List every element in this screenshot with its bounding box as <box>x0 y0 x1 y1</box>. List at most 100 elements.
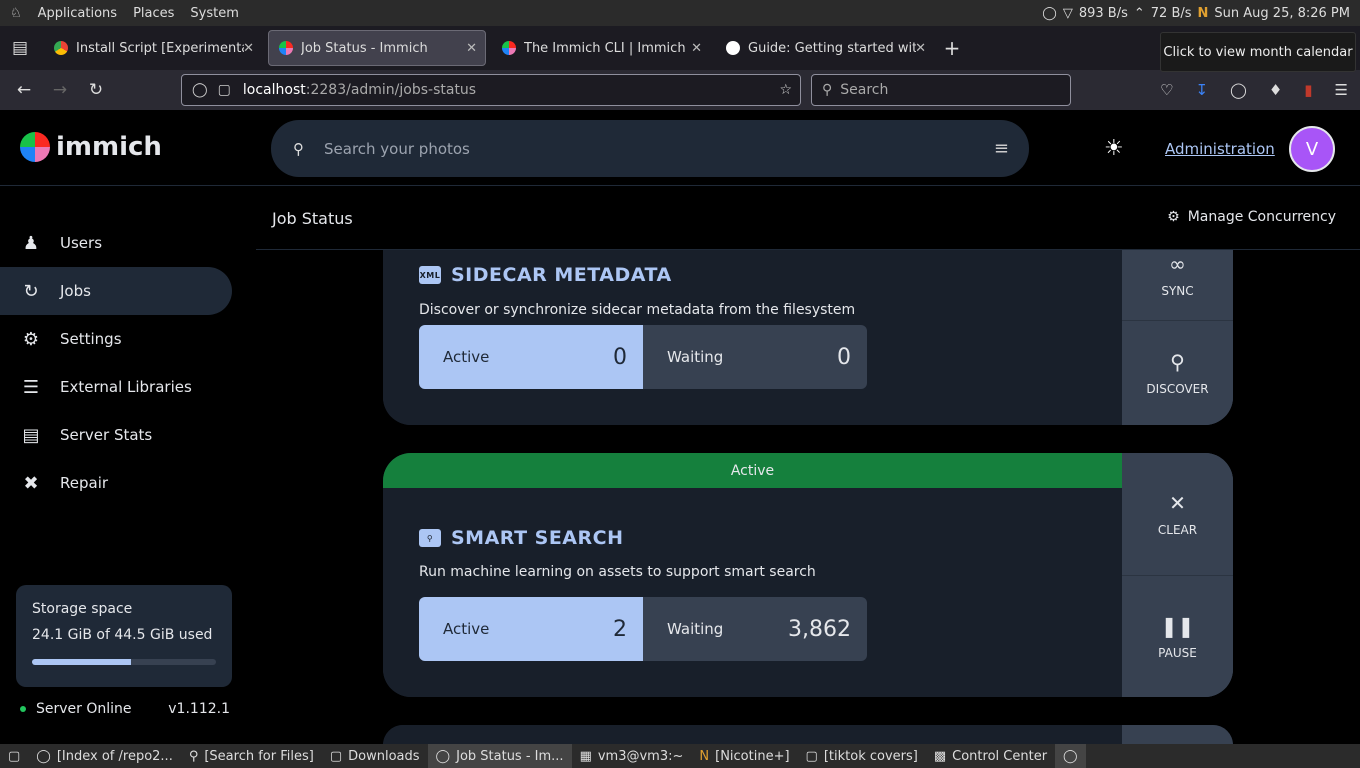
storage-space-panel: Storage space 24.1 GiB of 44.5 GiB used <box>16 585 232 687</box>
bookmark-star-icon[interactable]: ☆ <box>779 82 792 98</box>
job-status-bar: Active <box>383 453 1122 488</box>
reload-icon[interactable]: ↻ <box>78 80 114 100</box>
system-top-bar: ♘ Applications Places System ◯ ▽ 893 B/s… <box>0 0 1360 26</box>
search-icon: ⚲ <box>822 82 833 98</box>
search-icon: ⚲ <box>188 748 199 764</box>
user-avatar[interactable]: V <box>1289 126 1335 172</box>
taskbar-item-index-repo[interactable]: ◯ [Index of /repo2... <box>28 744 181 768</box>
sync-icon: ↻ <box>23 280 39 302</box>
taskbar-item-downloads[interactable]: ▢ Downloads <box>322 744 428 768</box>
pocket-icon[interactable]: ♡ <box>1160 81 1173 99</box>
tab-job-status[interactable]: Job Status - Immich ✕ <box>268 30 486 66</box>
taskbar-item-nicotine[interactable]: N [Nicotine+] <box>691 744 797 768</box>
page-info-icon[interactable]: ▢ <box>218 82 231 98</box>
page-header: Job Status ⚙ Manage Concurrency <box>256 187 1360 250</box>
browser-icon: ◯ <box>36 748 51 764</box>
menu-hamburger-icon[interactable]: ☰ <box>1335 81 1348 99</box>
account-icon[interactable]: ◯ <box>1230 81 1247 99</box>
tab-github-guide[interactable]: Guide: Getting started with ✕ <box>716 30 934 66</box>
job-counts: Active 0 Waiting 0 <box>419 325 867 389</box>
forward-icon[interactable]: → <box>42 80 78 100</box>
tab-overview-icon[interactable]: ▤ <box>2 38 38 58</box>
immich-logo[interactable]: immich <box>20 132 162 162</box>
close-tab-icon[interactable]: ✕ <box>691 41 702 56</box>
show-desktop-icon[interactable]: ▢ <box>0 744 28 768</box>
job-card-main: XML SIDECAR METADATA Discover or synchro… <box>383 220 1122 425</box>
tab-label: Guide: Getting started with <box>748 40 916 56</box>
back-icon[interactable]: ← <box>6 80 42 100</box>
tab-install-script[interactable]: Install Script [Experimental] ✕ <box>44 30 262 66</box>
taskbar-item-tiktok-covers[interactable]: ▢ [tiktok covers] <box>798 744 926 768</box>
menu-system[interactable]: System <box>190 6 238 21</box>
sidebar-item-settings[interactable]: ⚙ Settings <box>0 315 232 363</box>
gnome-foot-icon[interactable]: ♘ <box>10 6 22 21</box>
sidebar-item-label: Jobs <box>60 282 91 300</box>
app-header: immich ⚲ Search your photos ≡ ☀ Administ… <box>0 110 1360 186</box>
tools-icon: ✖ <box>23 472 39 494</box>
close-tab-icon[interactable]: ✕ <box>915 41 926 56</box>
clear-button[interactable]: ✕ CLEAR <box>1122 453 1233 575</box>
tab-label: Install Script [Experimental] <box>76 40 244 56</box>
sidebar-item-external-libraries[interactable]: ☰ External Libraries <box>0 363 232 411</box>
active-label: Active <box>443 620 490 638</box>
photo-search-bar[interactable]: ⚲ Search your photos ≡ <box>271 120 1029 177</box>
net-up-icon: ⌃ <box>1133 5 1145 21</box>
nicotine-icon: N <box>699 748 710 764</box>
new-tab-icon[interactable]: + <box>934 36 970 60</box>
bottom-taskbar: ▢ ◯ [Index of /repo2... ⚲ [Search for File… <box>0 744 1360 768</box>
search-filter-icon[interactable]: ≡ <box>994 138 1009 159</box>
tab-label: Job Status - Immich <box>301 40 428 56</box>
downloads-icon[interactable]: ↧ <box>1195 81 1208 99</box>
taskbar-item-control-center[interactable]: ▩ Control Center <box>926 744 1055 768</box>
url-field[interactable]: ◯ ▢ localhost:2283/admin/jobs-status ☆ <box>181 74 801 106</box>
immich-logo-icon <box>20 132 50 162</box>
waiting-label: Waiting <box>667 348 724 366</box>
chrome-favicon-icon <box>54 41 68 55</box>
browser-icon: ◯ <box>435 748 451 764</box>
job-card-actions: ✕ CLEAR ❚❚ PAUSE <box>1122 453 1233 697</box>
page-title: Job Status <box>272 209 353 228</box>
administration-link[interactable]: Administration <box>1165 140 1275 158</box>
taskbar-item-search-files[interactable]: ⚲ [Search for Files] <box>181 744 322 768</box>
browser-search-field[interactable]: ⚲ Search <box>811 74 1071 106</box>
waiting-count-box: Waiting 0 <box>643 325 867 389</box>
pause-button[interactable]: ❚❚ PAUSE <box>1122 575 1233 697</box>
workspace-switcher-icon[interactable]: ◯ <box>1055 744 1086 768</box>
accessibility-icon[interactable]: ◯ <box>1042 6 1057 21</box>
sidebar-item-repair[interactable]: ✖ Repair <box>0 459 232 507</box>
menu-places[interactable]: Places <box>133 6 174 21</box>
pause-icon: ❚❚ <box>1160 613 1195 638</box>
close-tab-icon[interactable]: ✕ <box>466 41 477 56</box>
sidebar-item-users[interactable]: ♟ Users <box>0 219 232 267</box>
taskbar-item-job-status[interactable]: ◯ Job Status - Im... <box>427 744 572 768</box>
menu-applications[interactable]: Applications <box>38 6 117 21</box>
extensions-icon[interactable]: ♦ <box>1269 81 1282 99</box>
gear-icon: ⚙ <box>22 328 40 350</box>
job-title-text: SIDECAR METADATA <box>451 264 672 286</box>
taskbar-item-label: Downloads <box>348 748 420 764</box>
library-icon: ☰ <box>22 376 40 398</box>
close-icon: ✕ <box>1169 491 1186 515</box>
waiting-count: 0 <box>837 344 851 370</box>
theme-toggle-sun-icon[interactable]: ☀ <box>1104 136 1124 161</box>
taskbar-item-terminal[interactable]: ▦ vm3@vm3:~ <box>572 744 692 768</box>
taskbar-item-label: vm3@vm3:~ <box>597 748 684 764</box>
control-center-icon: ▩ <box>933 748 947 764</box>
job-card-sidecar-metadata: XML SIDECAR METADATA Discover or synchro… <box>383 220 1233 425</box>
ublock-icon[interactable]: ▮ <box>1304 81 1312 99</box>
pause-label: PAUSE <box>1158 645 1197 660</box>
close-tab-icon[interactable]: ✕ <box>243 41 254 56</box>
shield-icon[interactable]: ◯ <box>192 82 208 98</box>
sidebar-item-server-stats[interactable]: ▤ Server Stats <box>0 411 232 459</box>
clock[interactable]: Sun Aug 25, 8:26 PM <box>1214 6 1350 21</box>
app-name: immich <box>56 132 162 162</box>
nicotine-tray-icon[interactable]: N <box>1198 6 1209 21</box>
network-icon[interactable]: ▽ <box>1063 6 1073 21</box>
folder-icon: ▢ <box>805 748 818 764</box>
job-description: Run machine learning on assets to suppor… <box>419 564 816 580</box>
manage-concurrency-button[interactable]: ⚙ Manage Concurrency <box>1167 209 1336 225</box>
job-title: ⚲ SMART SEARCH <box>419 527 624 549</box>
tab-immich-cli[interactable]: The Immich CLI | Immich ✕ <box>492 30 710 66</box>
sidebar-item-jobs[interactable]: ↻ Jobs <box>0 267 232 315</box>
discover-button[interactable]: ⚲ DISCOVER <box>1122 320 1233 425</box>
